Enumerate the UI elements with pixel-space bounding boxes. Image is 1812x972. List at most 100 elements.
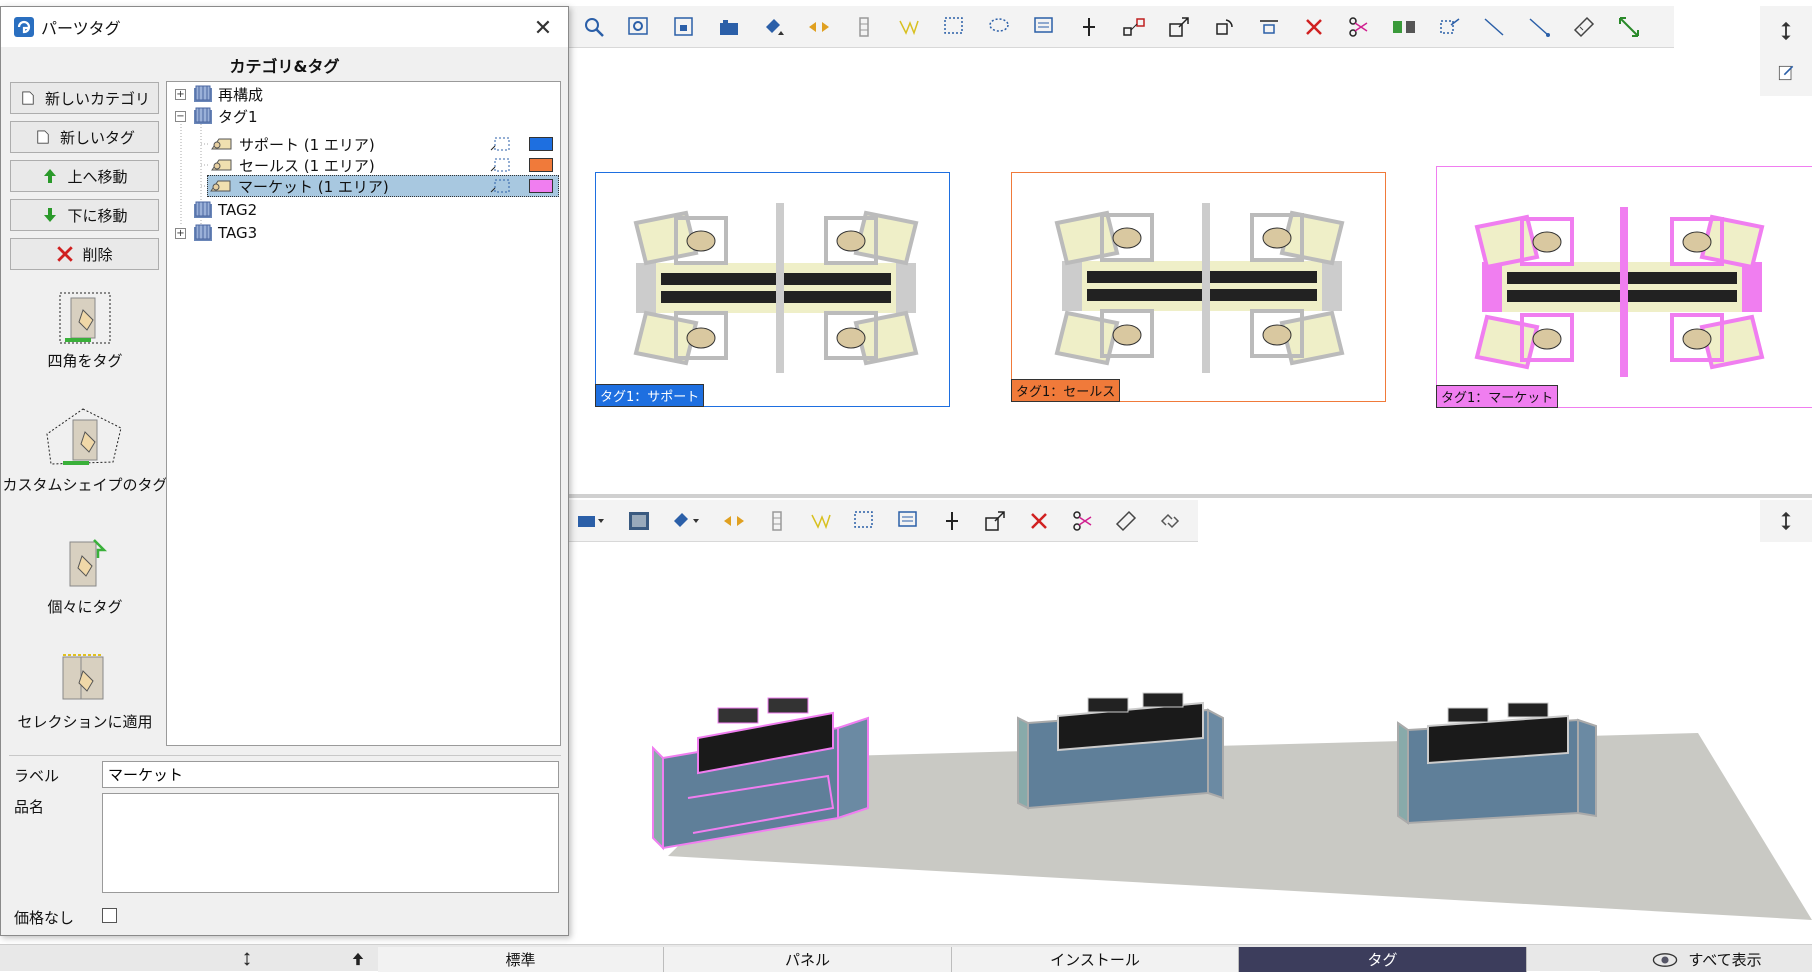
show-all-button[interactable]: すべて表示 [1600,947,1812,972]
new-document-icon [34,128,52,146]
label-input[interactable] [102,761,559,788]
individual-tag-icon [69,539,108,587]
scale-icon[interactable] [980,505,1011,537]
grid-replace-icon[interactable] [1388,11,1420,43]
rotate-icon[interactable] [1208,11,1240,43]
tree-item-label: タグ1 [218,107,258,126]
color-swatch-support[interactable] [529,137,553,151]
edit-note-icon[interactable] [1769,56,1803,90]
select-lasso-icon[interactable] [983,11,1015,43]
close-icon[interactable]: ✕ [528,13,558,43]
new-tag-label: 新しいタグ [59,128,135,147]
select-area-icon[interactable] [489,157,511,173]
name-textarea[interactable] [102,793,559,893]
resize-vertical-icon[interactable] [1769,14,1803,48]
tag-yellow-icon[interactable] [893,11,925,43]
zoom-extents-icon[interactable] [623,11,655,43]
tree-item-label: TAG2 [218,201,258,219]
tree-item-category[interactable]: − タグ1 [175,105,258,127]
select-area-icon[interactable] [489,178,511,194]
tag-hand-icon [211,138,232,150]
align-icon[interactable] [1253,11,1285,43]
panel-icon[interactable] [848,11,880,43]
color-swatch-market[interactable] [529,179,553,193]
select-rect-icon[interactable] [938,11,970,43]
ruler-icon[interactable] [1111,505,1142,537]
3d-toolbar [568,500,1198,542]
cut-icon[interactable] [1067,505,1098,537]
new-category-button[interactable]: 新しいカテゴリ [10,82,159,114]
render-icon[interactable] [623,505,654,537]
individual-tag-tool[interactable]: 個々にタグ [1,536,169,617]
flip-icon[interactable] [803,11,835,43]
expand-icon[interactable]: + [175,227,186,239]
plan-tag-label: タグ1：マーケット [1436,385,1559,408]
select-rect-icon[interactable] [849,505,880,537]
collapse-icon[interactable]: − [175,110,186,122]
plan-tag-market[interactable]: タグ1：マーケット [1436,166,1812,408]
workstation-cluster-plan-highlighted [1474,207,1765,377]
name-caption: 品名 [14,798,45,816]
dimension-icon[interactable] [936,505,967,537]
delete-x-icon [56,245,74,263]
line-alt-icon[interactable] [1523,11,1555,43]
move-up-label: 上へ移動 [67,167,128,186]
new-tag-button[interactable]: 新しいタグ [10,121,159,153]
resize-vertical-icon[interactable] [232,949,262,969]
delete-x-icon[interactable] [1298,11,1330,43]
paint-bucket-icon[interactable] [758,11,790,43]
apply-selection-icon [62,654,104,700]
delete-x-icon[interactable] [1024,505,1055,537]
bottom-tab-bar: 標準 パネル インストール タグ すべて表示 [0,944,1812,972]
color-swatch-sales[interactable] [529,158,553,172]
resize-vertical-icon[interactable] [1769,504,1803,538]
dimension-icon[interactable] [1073,11,1105,43]
measure-icon[interactable] [1613,11,1645,43]
scale-icon[interactable] [1163,11,1195,43]
tab-panel[interactable]: パネル [664,947,952,972]
camera-icon[interactable] [713,11,745,43]
camera-dropdown-icon[interactable] [572,505,610,537]
rect-tag-tool[interactable]: 四角をタグ [1,290,169,371]
custom-shape-tag-tool[interactable]: カスタムシェイプのタグ [1,406,169,495]
note-icon[interactable] [1028,11,1060,43]
paint-dropdown-icon[interactable] [667,505,705,537]
transform-icon[interactable] [1433,11,1465,43]
tab-install[interactable]: インストール [952,947,1239,972]
note-icon[interactable] [893,505,924,537]
noprice-checkbox[interactable] [102,908,117,923]
arrow-up-icon[interactable] [340,947,376,971]
plan-tag-sales[interactable]: タグ1：セールス [1011,172,1386,402]
dialog-titlebar[interactable]: パーツタグ ✕ [1,7,568,47]
flip-icon[interactable] [718,505,749,537]
panel-icon[interactable] [762,505,793,537]
tab-tag[interactable]: タグ [1239,947,1527,972]
move-down-button[interactable]: 下に移動 [10,199,159,231]
plan-tag-support[interactable]: タグ1：サポート [595,172,950,407]
rect-tag-label: 四角をタグ [47,352,123,370]
tab-standard[interactable]: 標準 [378,947,664,972]
tree-item-category[interactable]: + 再構成 [175,83,263,105]
line-icon[interactable] [1478,11,1510,43]
view-splitter[interactable] [568,494,1812,498]
zoom-icon[interactable] [578,11,610,43]
workstation-3d-support [1397,702,1597,825]
noprice-caption: 価格なし [14,909,75,927]
cut-icon[interactable] [1343,11,1375,43]
connect-icon[interactable] [1118,11,1150,43]
unlink-icon[interactable] [1154,505,1185,537]
delete-button[interactable]: 削除 [10,238,159,270]
3d-view[interactable] [568,548,1812,938]
category-tag-tree[interactable]: + 再構成 − タグ1 サポート (1 エリア) セールス (1 エリア) マー… [166,81,561,746]
tree-item-category[interactable]: + TAG3 [175,222,257,244]
ruler-icon[interactable] [1568,11,1600,43]
zoom-window-icon[interactable] [668,11,700,43]
tag-hand-icon [211,159,232,171]
tag-yellow-icon[interactable] [805,505,836,537]
expand-icon[interactable]: + [175,88,186,100]
tree-item-category[interactable]: TAG2 [192,199,257,221]
apply-selection-tool[interactable]: セレクションに適用 [1,651,169,732]
select-area-icon[interactable] [489,136,511,152]
move-up-button[interactable]: 上へ移動 [10,160,159,192]
tree-item-label: マーケット (1 エリア) [238,177,389,196]
